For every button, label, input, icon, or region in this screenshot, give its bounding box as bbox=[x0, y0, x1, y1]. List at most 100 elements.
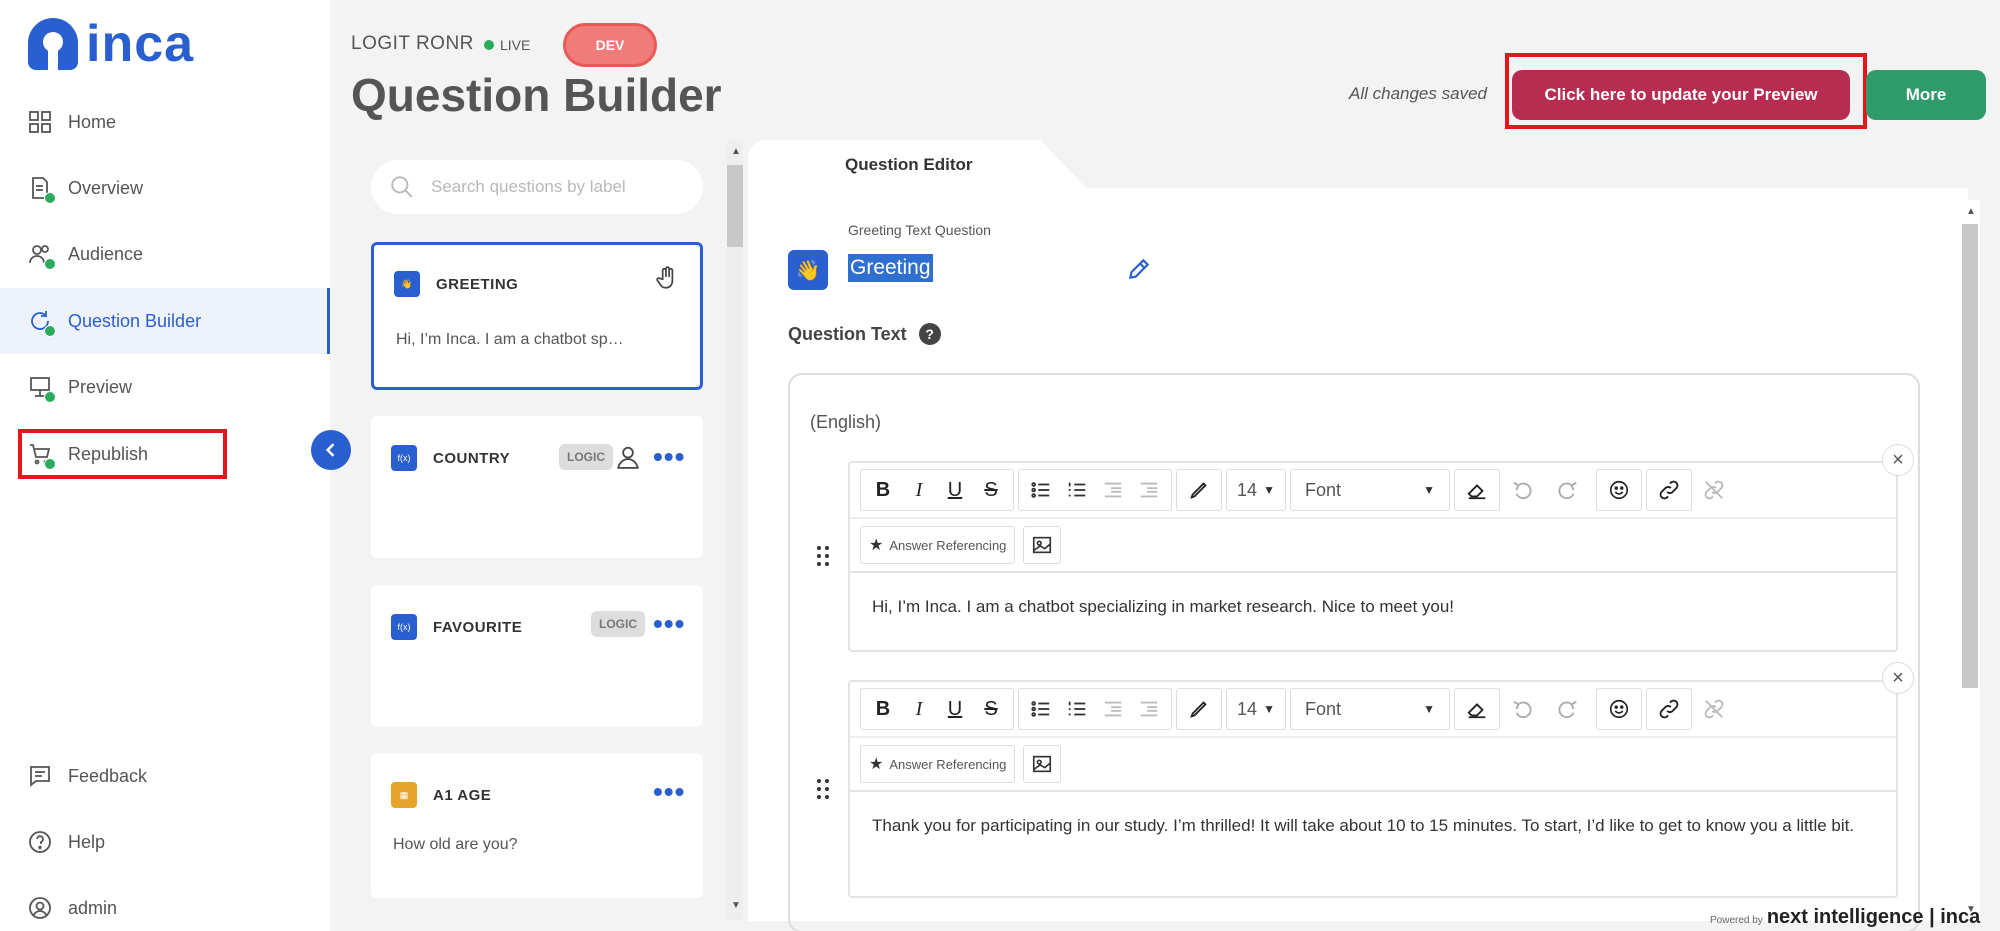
question-search[interactable] bbox=[371, 160, 703, 214]
powered-by: Powered by next intelligence | inca bbox=[1710, 906, 1980, 929]
page-title: Question Builder bbox=[351, 69, 722, 121]
sidebar-item-label: Feedback bbox=[68, 765, 148, 786]
help-icon[interactable]: ? bbox=[918, 323, 941, 345]
bold-icon[interactable]: B bbox=[865, 691, 901, 727]
sidebar-item-admin[interactable]: admin bbox=[0, 875, 330, 931]
feedback-icon bbox=[28, 764, 52, 788]
question-menu-icon[interactable]: ••• bbox=[653, 443, 685, 471]
link-icon[interactable] bbox=[1651, 472, 1687, 508]
font-select[interactable]: Font ▼ bbox=[1295, 699, 1445, 720]
logic-badge: LOGIC bbox=[559, 444, 613, 470]
question-card-a1-age[interactable]: ▦ A1 AGE ••• How old are you? bbox=[371, 753, 703, 898]
redo-icon[interactable] bbox=[1550, 472, 1586, 508]
question-card-country[interactable]: f(x) COUNTRY LOGIC ••• bbox=[371, 416, 703, 558]
bullet-list-icon[interactable] bbox=[1023, 472, 1059, 508]
question-preview-text: How old are you? bbox=[393, 836, 518, 853]
tab-question-editor[interactable]: Question Editor bbox=[748, 140, 1088, 190]
logo-text: inca bbox=[86, 15, 195, 73]
question-card-greeting[interactable]: 👋 GREETING Hi, I’m Inca. I am a chatbot … bbox=[371, 242, 703, 390]
live-label: LIVE bbox=[500, 37, 531, 53]
pencil-icon[interactable] bbox=[1126, 256, 1152, 282]
user-circle-icon bbox=[28, 896, 52, 920]
sidebar-item-label: Audience bbox=[68, 243, 144, 264]
unlink-icon[interactable] bbox=[1696, 472, 1732, 508]
indent-icon[interactable] bbox=[1131, 691, 1167, 727]
italic-icon[interactable]: I bbox=[901, 691, 937, 727]
font-size-select[interactable]: 14 ▼ bbox=[1231, 699, 1281, 720]
undo-icon[interactable] bbox=[1504, 691, 1540, 727]
highlight-preview-button bbox=[1505, 53, 1867, 129]
question-name-input[interactable]: Greeting bbox=[848, 254, 933, 282]
grid-icon bbox=[28, 110, 52, 134]
redo-icon[interactable] bbox=[1550, 691, 1586, 727]
caret-down-icon: ▼ bbox=[1423, 483, 1435, 497]
link-icon[interactable] bbox=[1651, 691, 1687, 727]
underline-icon[interactable]: U bbox=[937, 472, 973, 508]
underline-icon[interactable]: U bbox=[937, 691, 973, 727]
sidebar-item-preview[interactable]: Preview bbox=[0, 354, 330, 420]
close-icon[interactable]: × bbox=[1882, 662, 1914, 694]
image-icon bbox=[1033, 755, 1052, 773]
drag-handle-icon[interactable] bbox=[816, 778, 830, 800]
answer-referencing-button[interactable]: ★ Answer Referencing bbox=[860, 526, 1016, 564]
search-input[interactable] bbox=[431, 177, 691, 197]
text-color-icon[interactable] bbox=[1181, 691, 1217, 727]
editor-scroll-thumb[interactable] bbox=[1962, 224, 1978, 688]
question-menu-icon[interactable]: ••• bbox=[653, 778, 685, 806]
sidebar-item-audience[interactable]: Audience bbox=[0, 221, 330, 287]
logo-mark-icon bbox=[28, 18, 78, 70]
unlink-icon[interactable] bbox=[1696, 691, 1732, 727]
italic-icon[interactable]: I bbox=[901, 472, 937, 508]
undo-icon[interactable] bbox=[1504, 472, 1540, 508]
powered-by-label: Powered by bbox=[1710, 915, 1763, 926]
insert-image-button[interactable] bbox=[1023, 526, 1062, 564]
message-text[interactable]: Hi, I’m Inca. I am a chatbot specializin… bbox=[850, 573, 1896, 649]
bold-icon[interactable]: B bbox=[865, 472, 901, 508]
users-icon bbox=[28, 242, 56, 270]
more-button[interactable]: More bbox=[1866, 70, 1986, 120]
sidebar-item-home[interactable]: Home bbox=[0, 89, 330, 155]
outdent-icon[interactable] bbox=[1095, 472, 1131, 508]
question-menu-icon[interactable]: ••• bbox=[653, 610, 685, 638]
dev-env-badge[interactable]: DEV bbox=[563, 23, 657, 67]
insert-image-button[interactable] bbox=[1023, 745, 1062, 783]
drag-handle-icon[interactable] bbox=[816, 545, 830, 567]
text-color-icon[interactable] bbox=[1181, 472, 1217, 508]
message-block: B I U S 14 ▼ Font ▼ ★ Answer Referencing Th… bbox=[848, 680, 1898, 898]
live-dot-icon bbox=[484, 40, 494, 50]
sidebar-item-overview[interactable]: Overview bbox=[0, 155, 330, 221]
sidebar-item-feedback[interactable]: Feedback bbox=[0, 743, 330, 809]
grid-question-icon: ▦ bbox=[391, 782, 417, 808]
scroll-up-icon[interactable]: ▲ bbox=[1966, 206, 1976, 217]
question-card-favourite[interactable]: f(x) FAVOURITE LOGIC ••• bbox=[371, 585, 703, 727]
font-select[interactable]: Font ▼ bbox=[1295, 480, 1445, 501]
emoji-icon[interactable] bbox=[1601, 691, 1637, 727]
question-list-scrollbar[interactable] bbox=[727, 140, 743, 920]
scroll-up-icon[interactable]: ▲ bbox=[731, 146, 741, 157]
numbered-list-icon[interactable] bbox=[1059, 472, 1095, 508]
inca-logo[interactable]: inca bbox=[28, 18, 194, 70]
sidebar-item-help[interactable]: Help bbox=[0, 809, 330, 875]
drag-hand-icon[interactable] bbox=[654, 265, 680, 291]
font-size-select[interactable]: 14 ▼ bbox=[1231, 480, 1281, 501]
question-preview-text: Hi, I’m Inca. I am a chatbot sp… bbox=[396, 331, 624, 348]
question-type-label: Greeting Text Question bbox=[848, 222, 991, 238]
emoji-icon[interactable] bbox=[1601, 472, 1637, 508]
collapse-sidebar-button[interactable] bbox=[311, 430, 351, 470]
sidebar-item-question-builder[interactable]: Question Builder bbox=[0, 288, 330, 354]
scroll-down-icon[interactable]: ▼ bbox=[731, 900, 741, 911]
message-text[interactable]: Thank you for participating in our study… bbox=[850, 792, 1896, 868]
chevron-left-icon bbox=[325, 443, 335, 457]
indent-icon[interactable] bbox=[1131, 472, 1167, 508]
eraser-icon[interactable] bbox=[1459, 691, 1495, 727]
bullet-list-icon[interactable] bbox=[1023, 691, 1059, 727]
sidebar-item-label: admin bbox=[68, 897, 118, 918]
answer-referencing-button[interactable]: ★ Answer Referencing bbox=[860, 745, 1016, 783]
close-icon[interactable]: × bbox=[1882, 444, 1914, 476]
outdent-icon[interactable] bbox=[1095, 691, 1131, 727]
eraser-icon[interactable] bbox=[1459, 472, 1495, 508]
strikethrough-icon[interactable]: S bbox=[973, 472, 1009, 508]
numbered-list-icon[interactable] bbox=[1059, 691, 1095, 727]
question-list-scroll-thumb[interactable] bbox=[727, 165, 743, 247]
strikethrough-icon[interactable]: S bbox=[973, 691, 1009, 727]
